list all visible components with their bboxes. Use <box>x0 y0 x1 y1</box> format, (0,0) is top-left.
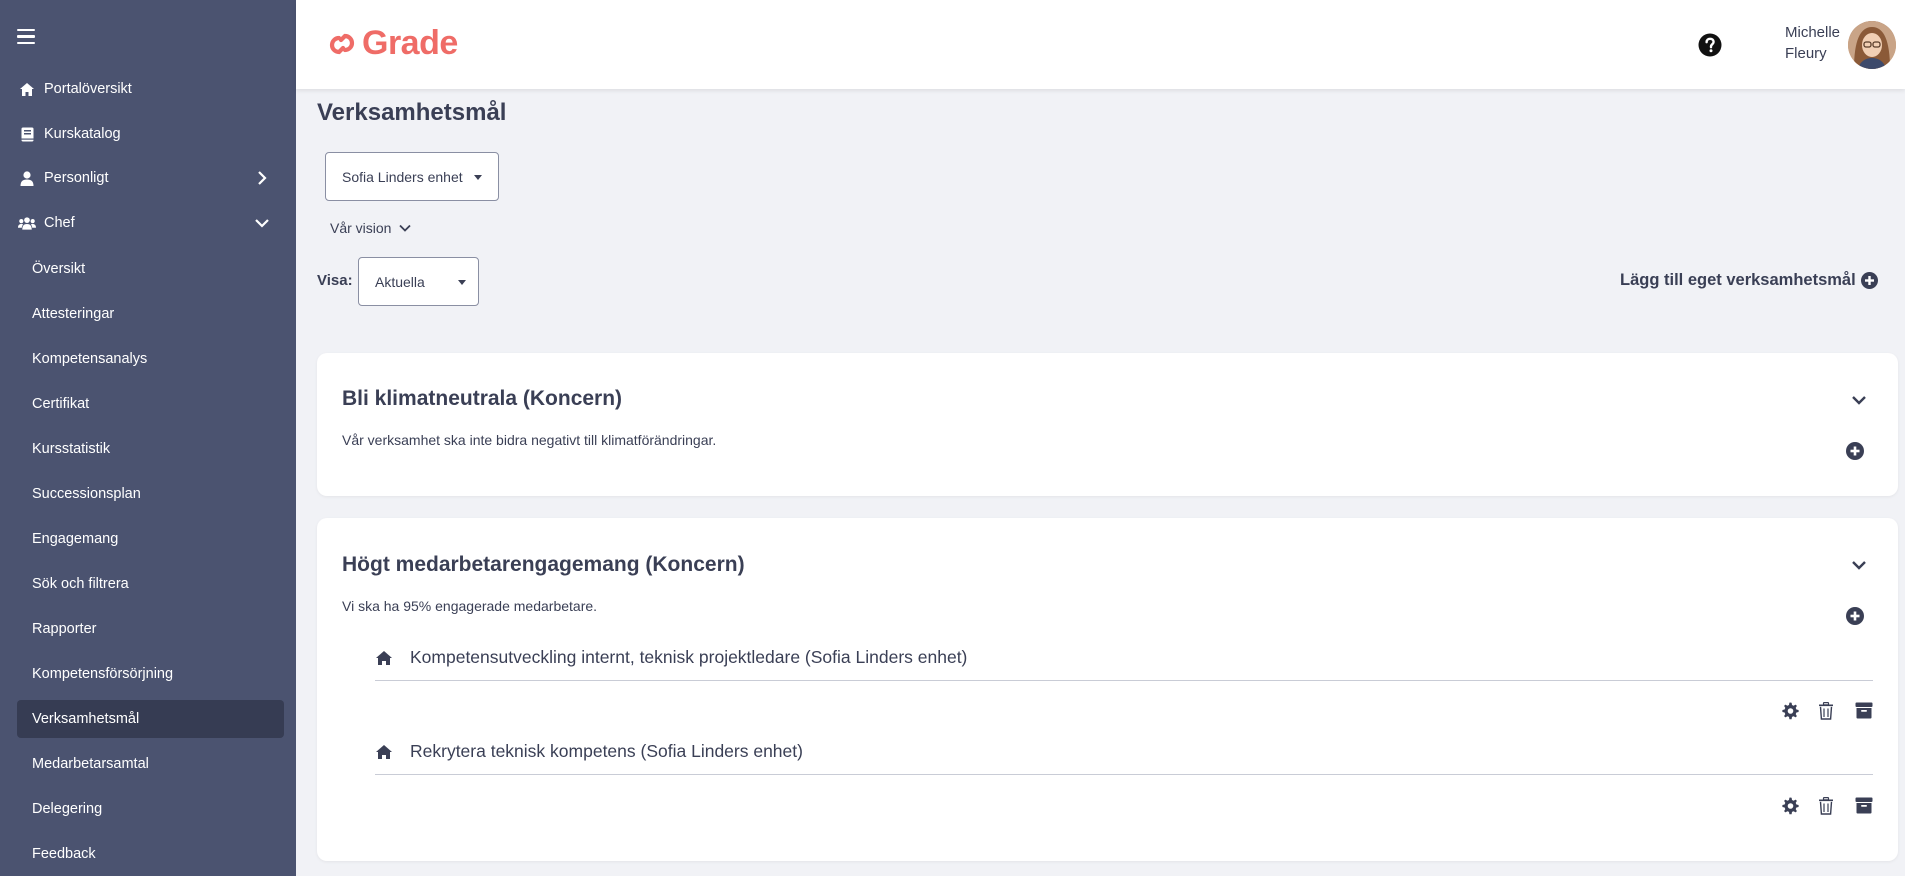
sidebar: Portalöversikt Kurskatalog Personligt Ch… <box>0 0 296 876</box>
sidebar-item-kursstatistik[interactable]: Kursstatistik <box>17 430 284 468</box>
subgoal-row[interactable]: Rekrytera teknisk kompetens (Sofia Linde… <box>375 729 1873 775</box>
sidebar-item-label: Sök och filtrera <box>32 576 129 592</box>
chevron-down-icon <box>399 224 412 232</box>
subgoal-actions <box>1781 797 1873 815</box>
add-subgoal-icon[interactable] <box>1846 442 1864 460</box>
user-last-name: Fleury <box>1785 45 1827 62</box>
sidebar-item-medarbetarsamtal[interactable]: Medarbetarsamtal <box>17 745 284 783</box>
sidebar-item-feedback[interactable]: Feedback <box>17 835 284 873</box>
logo-text: Grade <box>362 24 458 62</box>
caret-down-icon <box>474 175 482 180</box>
caret-down-icon <box>458 280 466 285</box>
subgoal-title: Rekrytera teknisk kompetens (Sofia Linde… <box>410 741 803 761</box>
subgoal-title: Kompetensutveckling internt, teknisk pro… <box>410 647 968 667</box>
sidebar-item-label: Rapporter <box>32 621 97 637</box>
sidebar-item-oversikt[interactable]: Översikt <box>17 250 284 288</box>
chevron-down-icon[interactable] <box>1850 556 1868 574</box>
sidebar-item-label: Certifikat <box>32 396 90 412</box>
sidebar-item-label: Engagemang <box>32 531 119 547</box>
subgoal-actions <box>1781 702 1873 720</box>
chevron-down-icon[interactable] <box>1850 391 1868 409</box>
sidebar-item-label: Personligt <box>44 170 109 186</box>
goal-title: Bli klimatneutrala (Koncern) <box>342 387 623 410</box>
sidebar-item-label: Medarbetarsamtal <box>32 756 149 772</box>
goal-title: Högt medarbetarengagemang (Koncern) <box>342 553 745 576</box>
visa-select[interactable]: Aktuella <box>358 257 479 306</box>
goal-description: Vår verksamhet ska inte bidra negativt t… <box>342 432 717 448</box>
sidebar-item-label: Verksamhetsmål <box>32 711 140 727</box>
logo-link-icon <box>329 33 355 54</box>
user-name[interactable]: Michelle Fleury <box>1785 22 1840 64</box>
sidebar-item-label: Successionsplan <box>32 486 141 502</box>
gear-icon[interactable] <box>1781 797 1799 815</box>
subgoal-row[interactable]: Kompetensutveckling internt, teknisk pro… <box>375 635 1873 681</box>
sidebar-item-label: Chef <box>44 215 75 231</box>
sidebar-item-kompetensforsorjning[interactable]: Kompetensförsörjning <box>17 655 284 693</box>
sidebar-item-successionsplan[interactable]: Successionsplan <box>17 475 284 513</box>
sidebar-item-label: Översikt <box>32 261 86 277</box>
menu-icon[interactable] <box>17 29 35 45</box>
sidebar-item-label: Delegering <box>32 801 103 817</box>
users-icon <box>18 214 36 232</box>
home-icon <box>376 744 392 759</box>
add-goal-button[interactable]: Lägg till eget verksamhetsmål <box>1620 271 1878 290</box>
sidebar-item-label: Attesteringar <box>32 306 115 322</box>
goal-card: Bli klimatneutrala (Koncern) Vår verksam… <box>317 353 1898 496</box>
sidebar-item-delegering[interactable]: Delegering <box>17 790 284 828</box>
user-icon <box>18 169 36 187</box>
plus-circle-icon <box>1860 272 1878 289</box>
archive-icon[interactable] <box>1855 702 1873 720</box>
sidebar-item-kompetensanalys[interactable]: Kompetensanalys <box>17 340 284 378</box>
sidebar-item-label: Portalöversikt <box>44 81 132 97</box>
book-icon <box>18 125 36 143</box>
sidebar-item-rapporter[interactable]: Rapporter <box>17 610 284 648</box>
unit-select[interactable]: Sofia Linders enhet <box>325 152 499 201</box>
sidebar-item-attesteringar[interactable]: Attesteringar <box>17 295 284 333</box>
sidebar-item-label: Kurskatalog <box>44 126 121 142</box>
home-icon <box>18 80 36 98</box>
sidebar-item-sok-och-filtrera[interactable]: Sök och filtrera <box>17 565 284 603</box>
home-icon <box>376 650 392 665</box>
sidebar-item-verksamhetsmal[interactable]: Verksamhetsmål <box>17 700 284 738</box>
trash-icon[interactable] <box>1818 702 1836 720</box>
sidebar-item-label: Kursstatistik <box>32 441 111 457</box>
trash-icon[interactable] <box>1818 797 1836 815</box>
vision-label: Vår vision <box>330 220 392 236</box>
archive-icon[interactable] <box>1855 797 1873 815</box>
grade-logo[interactable]: Grade <box>326 24 458 63</box>
sidebar-item-kurskatalog[interactable]: Kurskatalog <box>0 114 296 154</box>
top-header: Grade Michelle Fleury <box>296 0 1905 89</box>
add-goal-label: Lägg till eget verksamhetsmål <box>1620 271 1856 289</box>
sidebar-item-chef[interactable]: Chef <box>0 203 296 243</box>
goal-description: Vi ska ha 95% engagerade medarbetare. <box>342 598 598 614</box>
sidebar-item-certifikat[interactable]: Certifikat <box>17 385 284 423</box>
sidebar-item-label: Kompetensanalys <box>32 351 148 367</box>
sidebar-item-engagemang[interactable]: Engagemang <box>17 520 284 558</box>
sidebar-item-personligt[interactable]: Personligt <box>0 158 296 198</box>
page-title: Verksamhetsmål <box>317 99 507 126</box>
chevron-down-icon <box>254 215 270 231</box>
user-first-name: Michelle <box>1785 24 1841 41</box>
vision-toggle[interactable]: Vår vision <box>330 220 412 236</box>
sidebar-item-portaloversikt[interactable]: Portalöversikt <box>0 69 296 109</box>
unit-select-value: Sofia Linders enhet <box>342 168 463 185</box>
avatar[interactable] <box>1848 21 1896 69</box>
help-icon[interactable] <box>1698 33 1722 57</box>
add-subgoal-icon[interactable] <box>1846 607 1864 625</box>
sidebar-item-label: Feedback <box>32 846 96 862</box>
sidebar-item-label: Kompetensförsörjning <box>32 666 174 682</box>
chevron-right-icon <box>254 170 270 186</box>
gear-icon[interactable] <box>1781 702 1799 720</box>
goal-card: Högt medarbetarengagemang (Koncern) Vi s… <box>317 518 1898 861</box>
visa-select-value: Aktuella <box>375 273 425 290</box>
visa-label: Visa: <box>317 272 353 289</box>
